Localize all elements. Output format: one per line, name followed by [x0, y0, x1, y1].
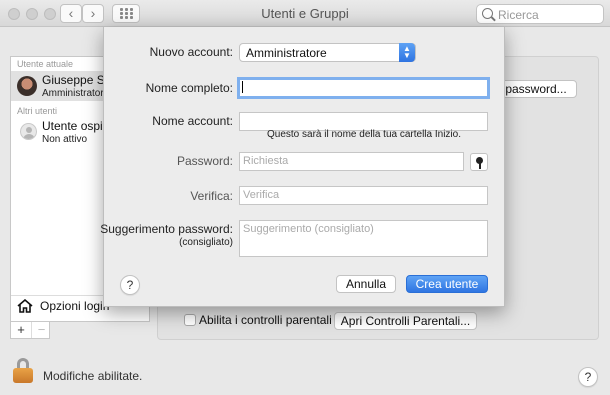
guest-user-status: Non attivo [42, 134, 88, 145]
open-parental-controls-button[interactable]: Apri Controlli Parentali... [334, 312, 477, 330]
verify-label: Verifica: [190, 189, 233, 203]
password-hint-sublabel: (consigliato) [179, 237, 233, 248]
lock-icon[interactable] [13, 358, 35, 384]
parental-controls-label: Abilita i controlli parentali [199, 313, 332, 327]
password-assistant-key-button[interactable] [470, 153, 488, 171]
text-caret [242, 81, 243, 93]
account-type-value: Amministratore [246, 46, 327, 60]
current-user-header: Utente attuale [17, 59, 74, 69]
search-icon [482, 8, 493, 19]
remove-user-button[interactable]: − [31, 322, 51, 338]
account-name-hint: Questo sarà il nome della tua cartella I… [267, 129, 461, 140]
password-hint-field[interactable]: Suggerimento (consigliato) [239, 220, 488, 257]
login-options-label: Opzioni login [40, 299, 110, 313]
dialog-help-button[interactable]: ? [120, 275, 140, 295]
chevron-updown-icon: ▲ ▼ [399, 43, 415, 62]
full-name-field[interactable] [237, 77, 490, 99]
title-bar: ‹ › Utenti e Gruppi Ricerca [0, 0, 610, 27]
parental-controls-checkbox[interactable] [184, 314, 196, 326]
password-label: Password: [176, 154, 233, 168]
new-account-label: Nuovo account: [149, 45, 233, 59]
password-hint-label: Suggerimento password: [100, 222, 233, 236]
search-field[interactable]: Ricerca [476, 4, 604, 24]
add-remove-controls: + − [10, 322, 50, 339]
help-button[interactable]: ? [578, 367, 598, 387]
verify-field[interactable]: Verifica [239, 186, 488, 205]
lock-status-label: Modifiche abilitate. [43, 369, 143, 383]
password-field[interactable]: Richiesta [239, 152, 464, 171]
full-name-label: Nome completo: [145, 81, 233, 95]
search-placeholder: Ricerca [498, 8, 539, 22]
account-name-label: Nome account: [152, 114, 233, 128]
create-user-button[interactable]: Crea utente [406, 275, 488, 293]
account-type-select[interactable]: Amministratore ▲ ▼ [239, 43, 416, 62]
cancel-button[interactable]: Annulla [336, 275, 396, 293]
change-password-button[interactable]: password... [495, 80, 577, 98]
add-user-button[interactable]: + [11, 322, 31, 338]
house-icon [17, 299, 33, 313]
